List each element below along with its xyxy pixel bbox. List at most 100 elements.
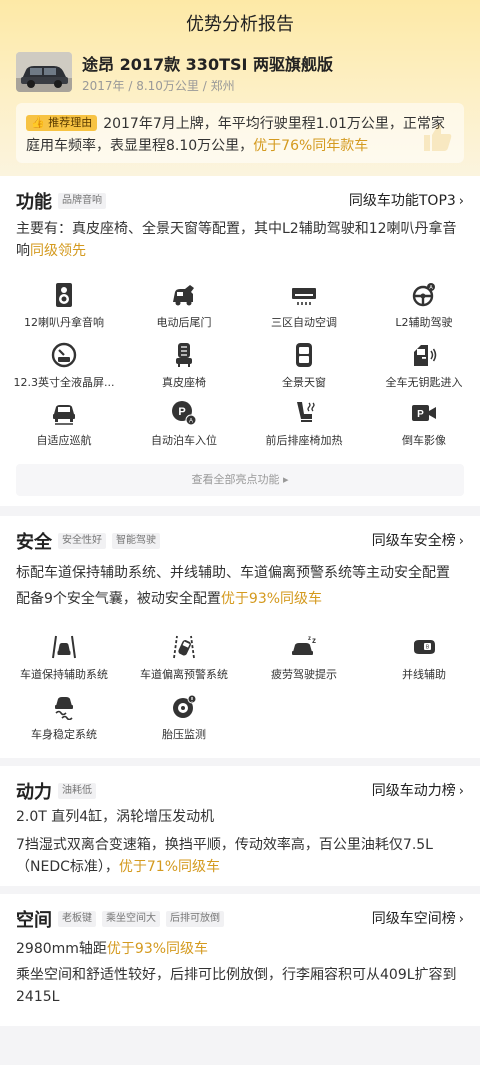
space-desc-line1: 2980mm轴距优于93%同级车 bbox=[16, 938, 464, 960]
features-card: 功能 品牌音响 同级车功能TOP3 › 主要有：真皮座椅、全景天窗等配置，其中L2… bbox=[0, 176, 480, 506]
safety-desc-line1: 标配车道保持辅助系统、并线辅助、车道偏离预警系统等主动安全配置 bbox=[16, 565, 450, 581]
feature-item[interactable]: 全景天窗 bbox=[244, 342, 364, 390]
safety-desc-text: 配备9个安全气囊，被动安全配置 bbox=[16, 591, 221, 607]
feature-label: 自动泊车入位 bbox=[151, 434, 217, 447]
reverse-camera-icon: P bbox=[412, 405, 436, 421]
power-link-label: 同级车动力榜 bbox=[371, 783, 456, 799]
space-tag: 乘坐空间大 bbox=[102, 911, 160, 927]
page-title: 优势分析报告 bbox=[186, 14, 294, 35]
power-rank-link[interactable]: 同级车动力榜 › bbox=[372, 780, 464, 800]
recommend-badge: 👍 推荐理由 bbox=[26, 115, 98, 131]
steering-wheel-icon: A bbox=[412, 283, 435, 307]
feature-item[interactable]: 全车无钥匙进入 bbox=[364, 342, 480, 390]
feature-item[interactable]: P 倒车影像 bbox=[364, 400, 480, 448]
safety-desc-highlight: 优于93%同级车 bbox=[220, 591, 323, 607]
space-desc-highlight: 优于93%同级车 bbox=[106, 941, 209, 957]
feature-label: 12.3英寸全液晶屏... bbox=[13, 376, 115, 389]
safety-item[interactable]: 车身稳定系统 bbox=[4, 694, 124, 742]
car-name: 途昂 2017款 330TSI 两驱旗舰版 bbox=[82, 55, 334, 74]
safety-label: 车身稳定系统 bbox=[31, 728, 97, 741]
sunroof-icon bbox=[296, 343, 312, 367]
safety-tag: 智能驾驶 bbox=[112, 533, 160, 549]
feature-label: 前后排座椅加热 bbox=[265, 434, 343, 447]
auto-park-icon: PA bbox=[172, 401, 197, 426]
lcd-gauge-icon bbox=[51, 342, 77, 368]
keyless-door-icon bbox=[414, 345, 437, 366]
feature-item[interactable]: 真皮座椅 bbox=[124, 342, 244, 390]
power-desc-text: 7挡湿式双离合变速箱，换挡平顺，传动效率高，百公里油耗仅7.5L（NEDC标准）… bbox=[16, 837, 433, 875]
feature-label: 自适应巡航 bbox=[36, 434, 92, 447]
power-desc-highlight: 优于71%同级车 bbox=[118, 859, 220, 875]
svg-text:z: z bbox=[308, 636, 311, 642]
safety-item[interactable]: 车道偏离预警系统 bbox=[124, 634, 244, 682]
fatigue-car-icon: zz bbox=[292, 636, 316, 655]
chevron-right-icon: › bbox=[458, 194, 464, 209]
safety-item[interactable]: zz 疲劳驾驶提示 bbox=[244, 634, 364, 682]
safety-item[interactable]: B 并线辅助 bbox=[364, 634, 480, 682]
feature-label: 全车无钥匙进入 bbox=[385, 376, 463, 389]
space-tag: 老板键 bbox=[58, 911, 96, 927]
feature-label: 三区自动空调 bbox=[271, 316, 337, 329]
feature-item[interactable]: 12喇叭丹拿音响 bbox=[4, 282, 124, 330]
lane-departure-icon bbox=[173, 635, 195, 659]
features-desc-highlight: 同级领先 bbox=[30, 243, 86, 259]
thumbs-up-icon bbox=[424, 125, 452, 151]
svg-text:P: P bbox=[178, 406, 185, 418]
view-all-features-button[interactable]: 查看全部亮点功能 ▸ bbox=[16, 464, 464, 496]
blind-spot-mirror-icon: B bbox=[414, 640, 435, 654]
safety-label: 并线辅助 bbox=[402, 668, 446, 681]
feature-item[interactable]: 三区自动空调 bbox=[244, 282, 364, 330]
car-meta: 2017年 / 8.10万公里 / 郑州 bbox=[82, 79, 235, 93]
power-title: 动力 bbox=[16, 782, 52, 803]
recommend-reason: 👍 推荐理由 2017年7月上牌，年平均行驶里程1.01万公里，正常家庭用车频率，… bbox=[16, 103, 464, 163]
safety-item[interactable]: 胎压监测 bbox=[124, 694, 244, 742]
feature-label: 12喇叭丹拿音响 bbox=[24, 316, 104, 329]
features-top3-link[interactable]: 同级车功能TOP3 › bbox=[349, 190, 464, 210]
features-tag: 品牌音响 bbox=[58, 193, 106, 209]
safety-title: 安全 bbox=[16, 532, 52, 553]
feature-label: 倒车影像 bbox=[402, 434, 446, 447]
lane-keep-icon bbox=[52, 635, 76, 659]
heated-seat-icon bbox=[297, 402, 315, 422]
safety-item[interactable]: 车道保持辅助系统 bbox=[4, 634, 124, 682]
chevron-right-icon: › bbox=[458, 912, 464, 927]
space-tag: 后排可放倒 bbox=[166, 911, 224, 927]
air-conditioner-icon bbox=[292, 288, 316, 305]
tailgate-icon bbox=[173, 285, 194, 306]
feature-item[interactable]: 电动后尾门 bbox=[124, 282, 244, 330]
space-card: 空间 老板键 乘坐空间大 后排可放倒 同级车空间榜 › 2980mm轴距优于93%… bbox=[0, 894, 480, 1026]
stability-control-icon bbox=[55, 697, 73, 720]
space-rank-link[interactable]: 同级车空间榜 › bbox=[372, 908, 464, 928]
cruise-car-icon bbox=[53, 405, 75, 425]
feature-item[interactable]: PA 自动泊车入位 bbox=[124, 400, 244, 448]
svg-text:z: z bbox=[312, 636, 316, 645]
features-desc: 主要有：真皮座椅、全景天窗等配置，其中L2辅助驾驶和12喇叭丹拿音响同级领先 bbox=[16, 218, 464, 262]
feature-item[interactable]: A L2辅助驾驶 bbox=[364, 282, 480, 330]
power-desc-line2: 7挡湿式双离合变速箱，换挡平顺，传动效率高，百公里油耗仅7.5L（NEDC标准）… bbox=[16, 834, 464, 878]
view-all-label: 查看全部亮点功能 bbox=[191, 473, 280, 486]
recommend-badge-label: 推荐理由 bbox=[48, 116, 93, 129]
car-thumbnail[interactable] bbox=[16, 52, 72, 92]
space-desc-line2: 乘坐空间和舒适性较好，后排可比例放倒，行李厢容积可从409L扩容到2415L bbox=[16, 967, 457, 1005]
features-link-label: 同级车功能TOP3 bbox=[348, 193, 456, 209]
safety-label: 车道偏离预警系统 bbox=[140, 668, 228, 681]
space-title: 空间 bbox=[16, 910, 52, 931]
safety-card: 安全 安全性好 智能驾驶 同级车安全榜 › 标配车道保持辅助系统、并线辅助、车道偏… bbox=[0, 516, 480, 758]
triangle-right-icon: ▸ bbox=[282, 473, 289, 486]
feature-item[interactable]: 自适应巡航 bbox=[4, 400, 124, 448]
svg-text:A: A bbox=[189, 419, 193, 425]
feature-item[interactable]: 12.3英寸全液晶屏... bbox=[4, 342, 124, 390]
power-card: 动力 油耗低 同级车动力榜 › 2.0T 直列4缸，涡轮增压发动机 7挡湿式双离合… bbox=[0, 766, 480, 886]
features-title: 功能 bbox=[16, 192, 52, 213]
safety-rank-link[interactable]: 同级车安全榜 › bbox=[372, 530, 464, 550]
feature-label: 真皮座椅 bbox=[162, 376, 206, 389]
safety-link-label: 同级车安全榜 bbox=[371, 533, 456, 549]
feature-item[interactable]: 前后排座椅加热 bbox=[244, 400, 364, 448]
tire-pressure-icon bbox=[173, 694, 197, 718]
safety-label: 疲劳驾驶提示 bbox=[271, 668, 337, 681]
space-desc-text: 2980mm轴距 bbox=[16, 941, 107, 957]
safety-label: 车道保持辅助系统 bbox=[20, 668, 108, 681]
safety-label: 胎压监测 bbox=[162, 728, 206, 741]
reason-highlight: 优于76%同年款车 bbox=[253, 138, 369, 154]
leather-seat-icon bbox=[176, 343, 192, 367]
